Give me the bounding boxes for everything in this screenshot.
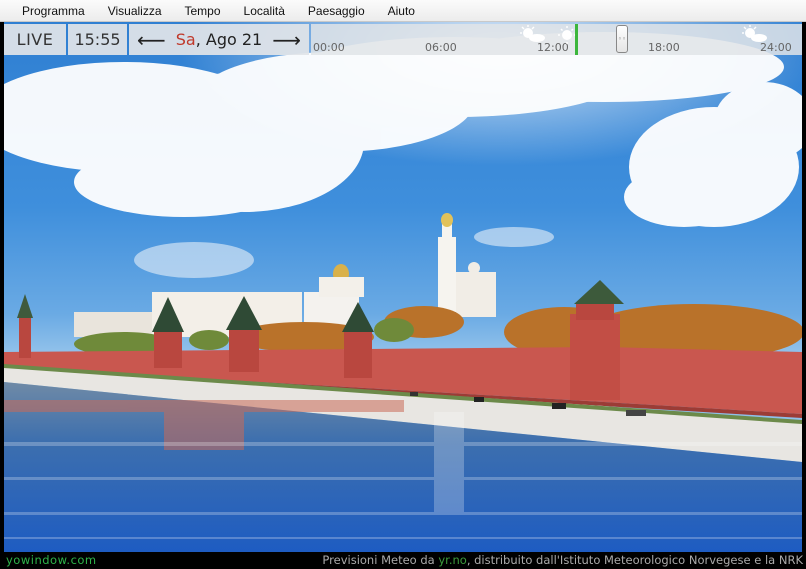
menu-aiuto[interactable]: Aiuto: [376, 0, 426, 22]
date-display: Sa, Ago 21: [176, 30, 262, 49]
yr-no-link[interactable]: yr.no: [438, 553, 466, 567]
arrow-right-icon[interactable]: ⟶: [272, 30, 301, 50]
menu-bar: Programma Visualizza Tempo Località Paes…: [0, 0, 806, 22]
live-button[interactable]: LIVE: [4, 24, 66, 55]
toolbar: LIVE 15:55 ⟵ Sa, Ago 21 ⟶ 00:00 06:00 12…: [4, 24, 802, 55]
timeline[interactable]: 00:00 06:00 12:00 18:00 24:00 ◦◦: [311, 24, 802, 55]
menu-visualizza[interactable]: Visualizza: [96, 0, 173, 22]
menu-localita[interactable]: Località: [232, 0, 296, 22]
forecast-credit: Previsioni Meteo da yr.no, distribuito d…: [322, 553, 803, 567]
credit-suffix: , distribuito dall'Istituto Meteorologic…: [466, 553, 803, 567]
kremlin-landscape-image: [4, 22, 802, 552]
time-display: 15:55: [68, 24, 127, 55]
landscape-scene: [4, 22, 802, 552]
timeline-label-1800: 18:00: [648, 41, 680, 54]
sun-cloud-icon: [520, 25, 545, 42]
sun-cloud-icon: [742, 25, 767, 42]
date-label: , Ago 21: [195, 30, 263, 49]
arrow-left-icon[interactable]: ⟵: [137, 30, 166, 50]
timeline-label-0600: 06:00: [425, 41, 457, 54]
status-bar: yowindow.com Previsioni Meteo da yr.no, …: [0, 552, 806, 569]
sun-icon: [558, 26, 576, 44]
menu-programma[interactable]: Programma: [10, 0, 96, 22]
timeline-slider-handle[interactable]: ◦◦: [616, 25, 628, 53]
brand-link[interactable]: yowindow.com: [6, 553, 97, 567]
menu-paesaggio[interactable]: Paesaggio: [296, 0, 376, 22]
timeline-label-0000: 00:00: [313, 41, 345, 54]
day-label: Sa: [175, 30, 196, 49]
current-time-marker: [575, 24, 578, 55]
credit-prefix: Previsioni Meteo da: [322, 553, 439, 567]
date-navigator: ⟵ Sa, Ago 21 ⟶: [129, 24, 309, 55]
menu-tempo[interactable]: Tempo: [173, 0, 232, 22]
grip-icon: ◦◦: [617, 35, 627, 43]
